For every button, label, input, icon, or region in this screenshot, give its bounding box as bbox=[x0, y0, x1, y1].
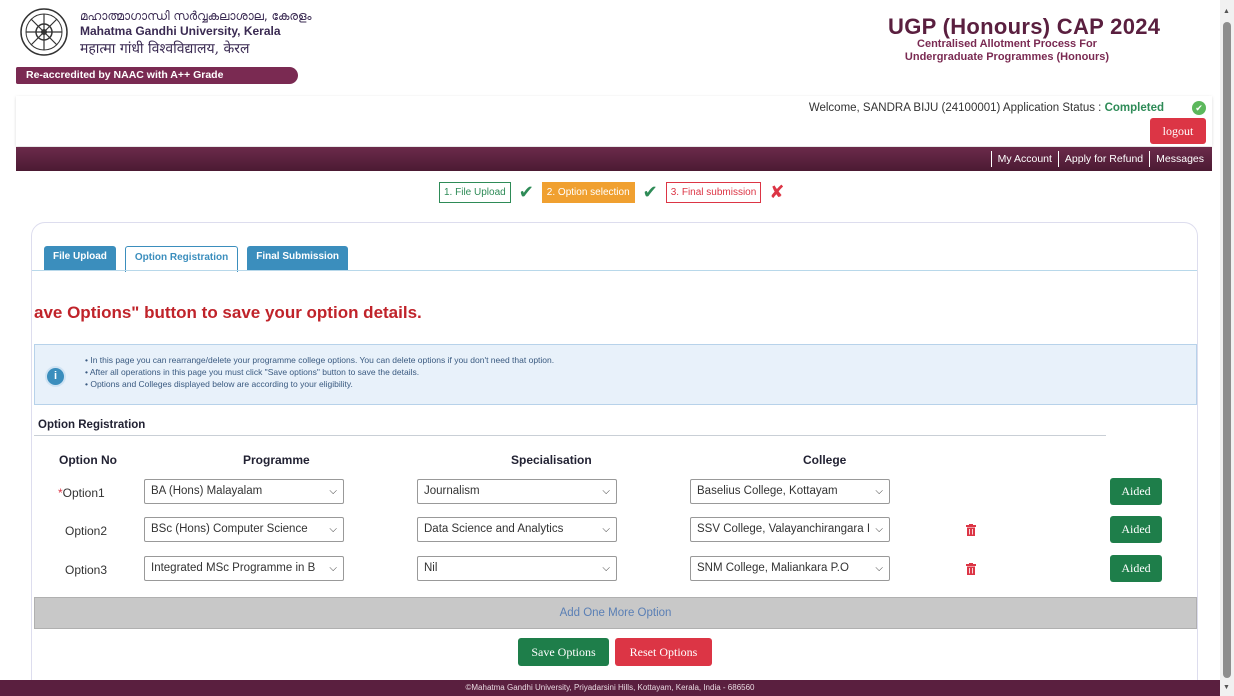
programme-select[interactable]: Integrated MSc Programme in B ⌵ bbox=[144, 556, 344, 581]
info-list: In this page you can rearrange/delete yo… bbox=[85, 354, 554, 390]
chevron-down-icon: ⌵ bbox=[875, 563, 883, 574]
tab-option-registration[interactable]: Option Registration bbox=[124, 246, 239, 272]
programme-select[interactable]: BA (Hons) Malayalam ⌵ bbox=[144, 479, 344, 504]
scroll-down-arrow-icon[interactable]: ▼ bbox=[1223, 684, 1230, 691]
option-number: Option2 bbox=[65, 524, 107, 538]
tab-final-submission[interactable]: Final Submission bbox=[247, 246, 349, 270]
application-status: Completed bbox=[1104, 102, 1164, 114]
nav-link-my-account[interactable]: My Account bbox=[990, 151, 1058, 167]
header: മഹാത്മാഗാന്ധി സർവ്വകലാശാല, കേരളം Mahatma… bbox=[0, 0, 1220, 96]
add-option-link[interactable]: Add One More Option bbox=[560, 607, 672, 619]
option-label: Option1 bbox=[62, 486, 105, 500]
select-value: Data Science and Analytics bbox=[424, 523, 564, 535]
scrolling-notice: ave Options" button to save your option … bbox=[34, 303, 422, 322]
nav-link-messages[interactable]: Messages bbox=[1149, 151, 1210, 167]
nav-link-apply-refund[interactable]: Apply for Refund bbox=[1057, 151, 1149, 167]
info-icon: i bbox=[45, 366, 66, 387]
reset-options-button[interactable]: Reset Options bbox=[615, 638, 712, 666]
select-value: SNM College, Maliankara P.O bbox=[697, 562, 849, 574]
section-divider bbox=[34, 435, 1106, 436]
programme-select[interactable]: BSc (Hons) Computer Science ⌵ bbox=[144, 517, 344, 542]
chevron-down-icon: ⌵ bbox=[875, 524, 883, 535]
checkmark-icon: ✔ bbox=[642, 182, 658, 202]
tab-bar: File Upload Option Registration Final Su… bbox=[44, 246, 357, 272]
trash-icon[interactable] bbox=[966, 563, 976, 575]
university-logo-icon bbox=[20, 8, 68, 56]
welcome-text: Welcome, SANDRA BIJU (24100001) Applicat… bbox=[809, 102, 1164, 114]
cap-subtitle-line-1: Centralised Allotment Process For bbox=[917, 38, 1097, 50]
logout-button[interactable]: logout bbox=[1150, 118, 1206, 144]
cross-icon: ✘ bbox=[769, 182, 785, 202]
select-value: Journalism bbox=[424, 485, 480, 497]
scroll-up-arrow-icon[interactable]: ▲ bbox=[1223, 8, 1230, 15]
select-value: Nil bbox=[424, 562, 438, 574]
chevron-down-icon: ⌵ bbox=[602, 563, 610, 574]
info-item: After all operations in this page you mu… bbox=[85, 366, 554, 378]
select-value: SSV College, Valayanchirangara I bbox=[697, 523, 869, 535]
college-select[interactable]: SSV College, Valayanchirangara I ⌵ bbox=[690, 517, 890, 542]
info-item: In this page you can rearrange/delete yo… bbox=[85, 354, 554, 366]
nav-links: My Account Apply for Refund Messages bbox=[990, 151, 1210, 167]
option-registration-card: File Upload Option Registration Final Su… bbox=[31, 222, 1198, 696]
progress-steps: 1. File Upload ✔ 2. Option selection ✔ 3… bbox=[439, 182, 792, 203]
university-name-english: Mahatma Gandhi University, Kerala bbox=[80, 24, 281, 38]
option-number: Option3 bbox=[65, 563, 107, 577]
chevron-down-icon: ⌵ bbox=[602, 486, 610, 497]
column-header-college: College bbox=[803, 453, 847, 467]
college-select[interactable]: SNM College, Maliankara P.O ⌵ bbox=[690, 556, 890, 581]
tab-file-upload[interactable]: File Upload bbox=[44, 246, 116, 270]
welcome-bar: Welcome, SANDRA BIJU (24100001) Applicat… bbox=[16, 96, 1212, 146]
step-final-submission: 3. Final submission bbox=[665, 182, 762, 203]
add-option-row: Add One More Option bbox=[34, 597, 1197, 629]
info-box: i In this page you can rearrange/delete … bbox=[34, 344, 1197, 405]
select-value: Baselius College, Kottayam bbox=[697, 485, 838, 497]
university-name-malayalam: മഹാത്മാഗാന്ധി സർവ്വകലാശാല, കേരളം bbox=[80, 9, 312, 23]
college-type-button[interactable]: Aided bbox=[1110, 555, 1162, 582]
column-header-specialisation: Specialisation bbox=[511, 453, 592, 467]
specialisation-select[interactable]: Data Science and Analytics ⌵ bbox=[417, 517, 617, 542]
specialisation-select[interactable]: Journalism ⌵ bbox=[417, 479, 617, 504]
option-label: Option3 bbox=[65, 563, 108, 577]
university-name-hindi: महात्मा गांधी विश्वविद्यालय, केरल bbox=[80, 41, 250, 57]
info-item: Options and Colleges displayed below are… bbox=[85, 378, 554, 390]
chevron-down-icon: ⌵ bbox=[875, 486, 883, 497]
college-type-button[interactable]: Aided bbox=[1110, 478, 1162, 505]
welcome-message: Welcome, SANDRA BIJU (24100001) Applicat… bbox=[808, 102, 1105, 114]
nav-bar: My Account Apply for Refund Messages bbox=[16, 147, 1212, 171]
chevron-down-icon: ⌵ bbox=[329, 486, 337, 497]
accreditation-banner: Re-accredited by NAAC with A++ Grade bbox=[16, 67, 298, 84]
save-options-button[interactable]: Save Options bbox=[518, 638, 609, 666]
checkmark-icon: ✔ bbox=[518, 182, 534, 202]
column-header-programme: Programme bbox=[243, 453, 310, 467]
trash-icon[interactable] bbox=[966, 524, 976, 536]
chevron-down-icon: ⌵ bbox=[329, 563, 337, 574]
tab-divider bbox=[32, 270, 1197, 271]
section-title: Option Registration bbox=[38, 419, 146, 431]
cap-subtitle-line-2: Undergraduate Programmes (Honours) bbox=[904, 51, 1110, 63]
column-header-option-no: Option No bbox=[59, 453, 117, 467]
college-select[interactable]: Baselius College, Kottayam ⌵ bbox=[690, 479, 890, 504]
chevron-down-icon: ⌵ bbox=[602, 524, 610, 535]
scrollbar-thumb[interactable] bbox=[1223, 22, 1231, 678]
option-label: Option2 bbox=[65, 524, 108, 538]
step-option-selection: 2. Option selection bbox=[541, 182, 635, 203]
select-value: BA (Hons) Malayalam bbox=[151, 485, 263, 497]
footer: ©Mahatma Gandhi University, Priyadarsini… bbox=[0, 680, 1220, 696]
specialisation-select[interactable]: Nil ⌵ bbox=[417, 556, 617, 581]
cap-title: UGP (Honours) CAP 2024 bbox=[888, 14, 1161, 39]
vertical-scrollbar[interactable]: ▲ ▼ bbox=[1220, 0, 1234, 696]
college-type-button[interactable]: Aided bbox=[1110, 516, 1162, 543]
select-value: Integrated MSc Programme in B bbox=[151, 562, 316, 574]
chevron-down-icon: ⌵ bbox=[329, 524, 337, 535]
option-number: *Option1 bbox=[58, 486, 105, 500]
select-value: BSc (Hons) Computer Science bbox=[151, 523, 308, 535]
check-circle-icon: ✔ bbox=[1192, 101, 1206, 115]
step-file-upload: 1. File Upload bbox=[439, 182, 511, 203]
